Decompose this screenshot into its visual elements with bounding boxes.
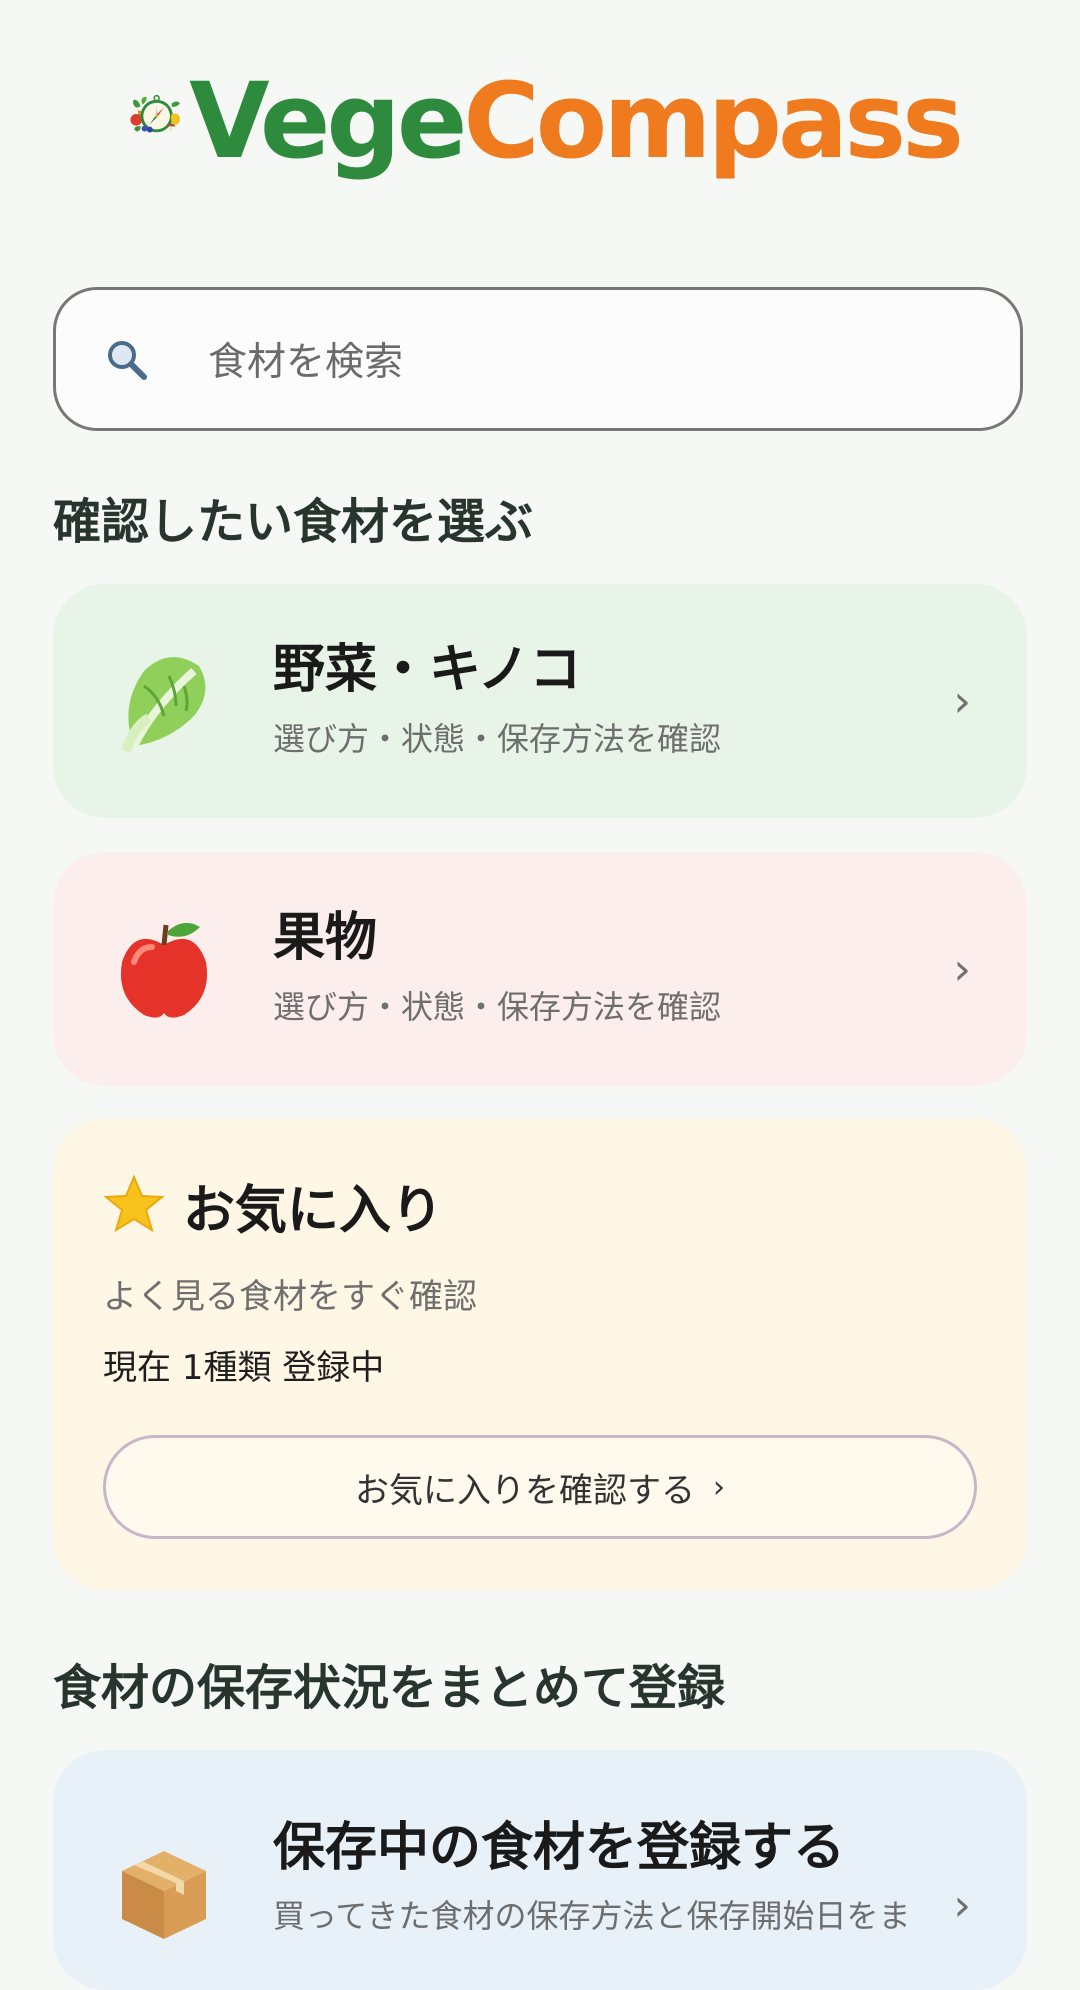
app-logo: Vege Compass [130,22,964,207]
storage-card-subtitle: 買ってきた食材の保存方法と保存開始日をま [273,1897,911,1936]
search-icon [96,329,156,389]
section-title-storage: 食材の保存状況をまとめて登録 [53,1660,726,1716]
search-placeholder: 食材を検索 [208,340,404,385]
chevron-right-icon: › [713,1469,725,1505]
compass-vegetables-icon [130,94,180,133]
category-subtitle: 選び方・状態・保存方法を確認 [273,987,722,1026]
app-wordmark: Vege Compass [189,59,964,182]
category-title: 果物 [273,908,378,969]
favorites-title: お気に入り [183,1181,444,1241]
view-favorites-button[interactable]: お気に入りを確認する › [103,1435,977,1539]
favorites-card: お気に入り よく見る食材をすぐ確認 現在 1種類 登録中 お気に入りを確認する … [53,1118,1027,1590]
category-card-fruits[interactable]: 果物 選び方・状態・保存方法を確認 › [53,852,1027,1086]
star-icon [103,1173,165,1238]
section-title-select: 確認したい食材を選ぶ [53,494,534,550]
favorites-subtitle: よく見る食材をすぐ確認 [103,1277,477,1317]
storage-card-title: 保存中の食材を登録する [273,1818,846,1878]
category-title: 野菜・キノコ [273,640,582,701]
chevron-right-icon: › [953,943,971,995]
category-card-vegetables[interactable]: 野菜・キノコ 選び方・状態・保存方法を確認 › [53,584,1027,818]
wordmark-compass: Compass [463,59,964,182]
chevron-right-icon: › [953,1880,971,1931]
view-favorites-label: お気に入りを確認する [355,1470,695,1511]
package-icon [109,1838,219,1948]
favorites-count: 現在 1種類 登録中 [103,1348,385,1388]
wordmark-vege: Vege [189,59,467,182]
lettuce-icon [109,646,219,756]
register-storage-card[interactable]: 保存中の食材を登録する 買ってきた食材の保存方法と保存開始日をま › [53,1750,1027,1990]
chevron-right-icon: › [953,675,971,727]
apple-icon [109,914,219,1024]
search-input[interactable]: 食材を検索 [53,287,1023,431]
category-subtitle: 選び方・状態・保存方法を確認 [273,719,722,758]
